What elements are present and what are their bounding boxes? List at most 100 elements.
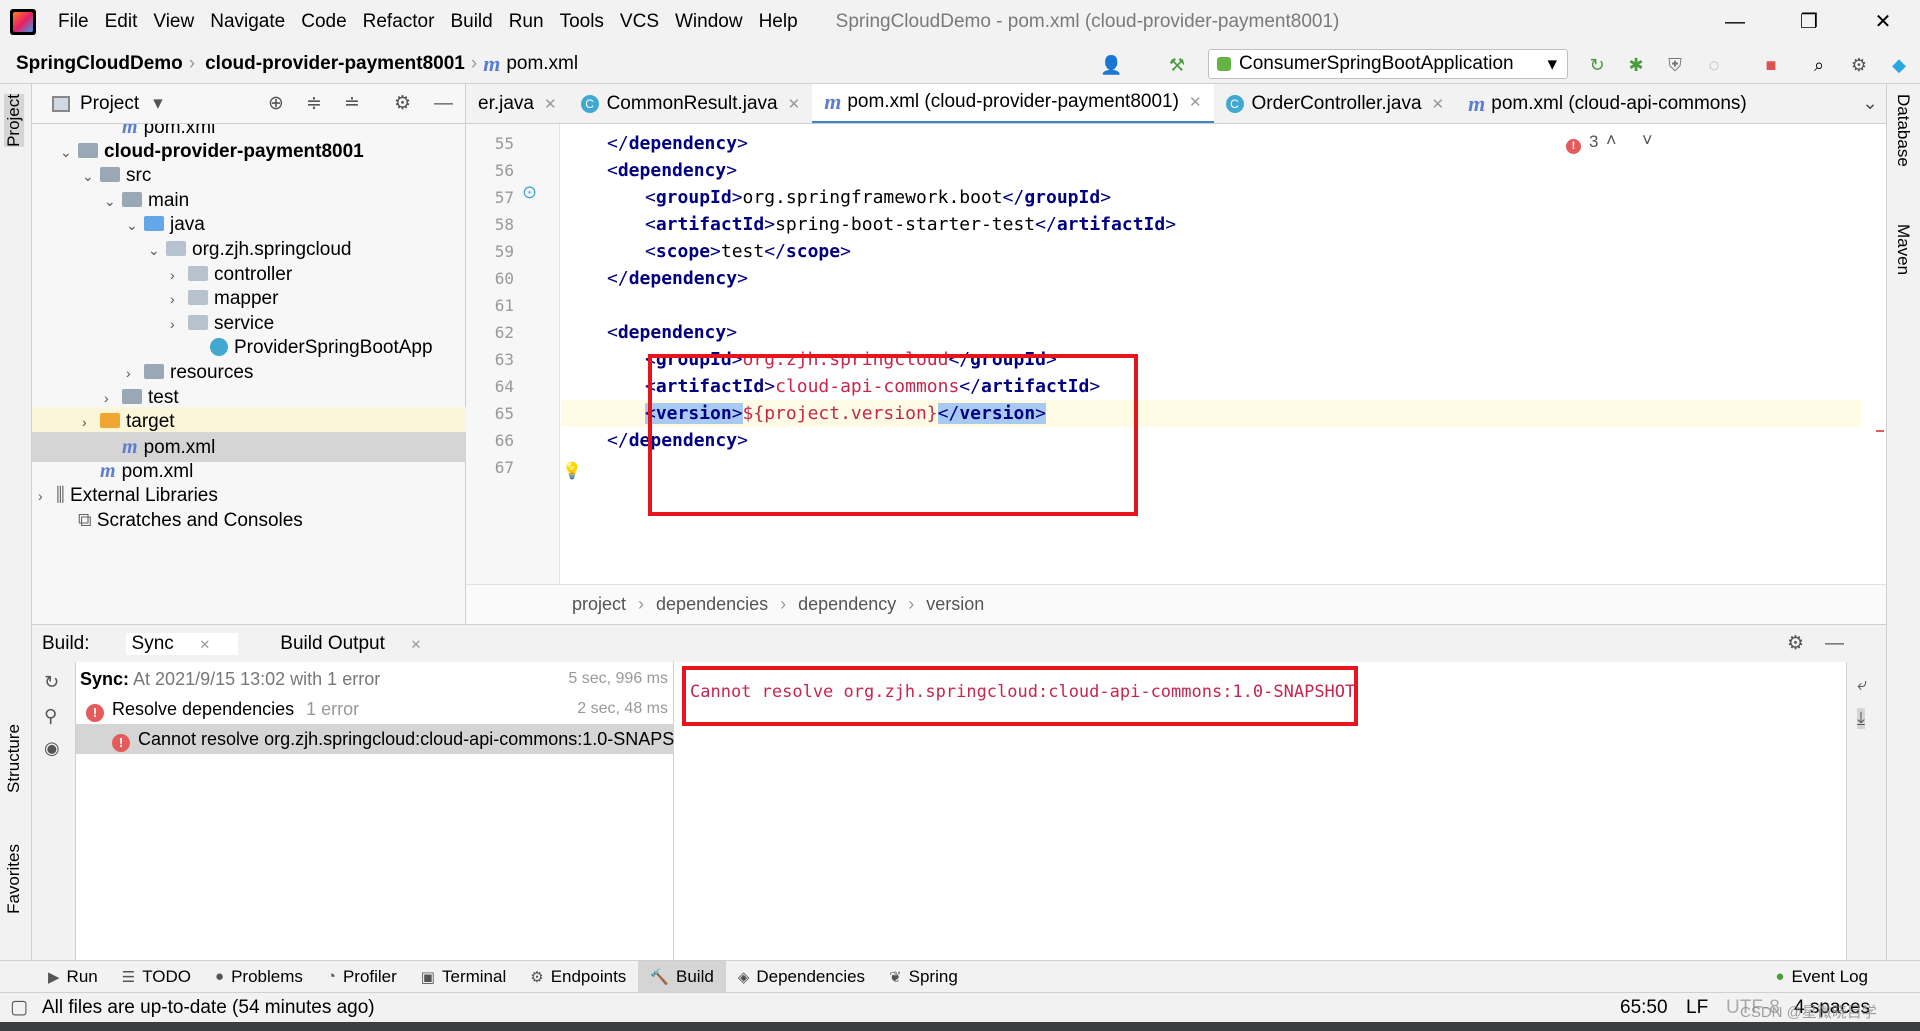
coverage-icon[interactable]: ⛨ <box>1664 54 1686 76</box>
project-tool-tab[interactable]: Project <box>4 94 24 147</box>
build-tab[interactable]: Build Output ✕ <box>274 633 449 655</box>
rerun-icon[interactable]: ↻ <box>1586 54 1608 76</box>
status-toggle-icon[interactable]: ▢ <box>10 996 28 1019</box>
editor-tab[interactable]: er.java ✕ <box>466 84 569 123</box>
tool-profiler-button[interactable]: ◔ Profiler <box>315 961 409 993</box>
menu-build[interactable]: Build <box>442 11 500 33</box>
tab-list-chevron-icon[interactable]: ⌄ <box>1862 92 1878 115</box>
breadcrumb-item[interactable]: version <box>926 594 984 615</box>
menu-help[interactable]: Help <box>751 11 806 33</box>
tool-terminal-button[interactable]: ▣ Terminal <box>409 961 518 993</box>
code-line[interactable]: </dependency> <box>561 265 1861 292</box>
breadcrumb-item[interactable]: project <box>572 594 626 615</box>
code-line[interactable]: <dependency> <box>561 319 1861 346</box>
code-line[interactable]: <dependency> <box>561 157 1861 184</box>
collapse-all-icon[interactable]: ≐ <box>344 92 360 115</box>
status-message[interactable]: All files are up-to-date (54 minutes ago… <box>42 997 375 1019</box>
caret-position[interactable]: 65:50 <box>1620 997 1668 1019</box>
hide-panel-icon[interactable]: — <box>434 93 453 115</box>
error-stripe-mark[interactable] <box>1876 430 1884 432</box>
build-tab[interactable]: Sync ✕ <box>125 632 239 655</box>
build-hammer-icon[interactable]: ⚒ <box>1166 54 1188 76</box>
build-panel-header: Build: Sync ✕ Build Output ✕ ⚙ — <box>32 624 1886 662</box>
menu-refactor[interactable]: Refactor <box>355 11 443 33</box>
run-configuration-select[interactable]: ConsumerSpringBootApplication ▾ <box>1208 49 1568 79</box>
tool-todo-button[interactable]: ☰ TODO <box>110 961 203 993</box>
editor-tab[interactable]: m pom.xml (cloud-api-commons) <box>1456 84 1759 123</box>
structure-tool-tab[interactable]: Structure <box>4 724 24 793</box>
error-indicator[interactable]: ! 3 <box>1566 132 1598 154</box>
menu-navigate[interactable]: Navigate <box>202 11 293 33</box>
editor-tab[interactable]: C CommonResult.java ✕ <box>569 84 813 123</box>
tool-spring-button[interactable]: ❦ Spring <box>877 961 970 993</box>
menu-view[interactable]: View <box>145 11 202 33</box>
pin-icon[interactable]: ⚲ <box>44 706 57 727</box>
close-tab-icon[interactable]: ✕ <box>1189 93 1202 111</box>
build-tree-row[interactable]: Sync: At 2021/9/15 13:02 with 1 error 5 s… <box>76 664 674 694</box>
chevron-down-icon[interactable]: ▾ <box>153 92 163 115</box>
tool-problems-button[interactable]: ● Problems <box>203 961 315 993</box>
project-panel-title[interactable]: Project <box>80 93 139 115</box>
debug-icon[interactable]: ✱ <box>1625 54 1647 76</box>
code-line[interactable]: <artifactId>spring-boot-starter-test</ar… <box>561 211 1861 238</box>
build-output-view[interactable]: Cannot resolve org.zjh.springcloud:cloud… <box>674 662 1846 960</box>
settings-gear-icon[interactable]: ⚙ <box>1848 54 1870 76</box>
database-tool-tab[interactable]: Database <box>1893 94 1913 167</box>
close-tab-icon[interactable]: ✕ <box>196 637 210 652</box>
close-tab-icon[interactable]: ✕ <box>1432 95 1445 113</box>
event-log-button[interactable]: ● Event Log <box>1763 961 1880 993</box>
search-icon[interactable]: ⌕ <box>1808 54 1830 76</box>
menu-edit[interactable]: Edit <box>97 11 146 33</box>
intention-bulb-icon[interactable]: 💡 <box>562 461 582 481</box>
code-line[interactable]: <groupId>org.springframework.boot</group… <box>561 184 1861 211</box>
hide-panel-icon[interactable]: — <box>1825 633 1844 655</box>
user-icon[interactable]: 👤 <box>1100 54 1122 76</box>
close-tab-icon[interactable]: ✕ <box>788 95 801 113</box>
build-tree-row[interactable]: ! Resolve dependencies 1 error 2 sec, 48 ms <box>76 694 674 724</box>
breadcrumb-item[interactable]: dependency <box>798 594 896 615</box>
build-tree-row[interactable]: ! Cannot resolve org.zjh.springcloud:clou… <box>76 724 674 754</box>
editor-tab[interactable]: C OrderController.java ✕ <box>1214 84 1457 123</box>
minimize-icon[interactable]: — <box>1698 0 1772 44</box>
run-gutter-icon[interactable]: ⊙ <box>522 182 537 203</box>
breadcrumb-item[interactable]: dependencies <box>656 594 768 615</box>
menu-run[interactable]: Run <box>501 11 552 33</box>
nav-project[interactable]: SpringCloudDemo <box>0 53 183 75</box>
locate-file-icon[interactable]: ⊕ <box>268 92 284 115</box>
close-icon[interactable]: ✕ <box>1846 0 1920 44</box>
close-tab-icon[interactable]: ✕ <box>407 637 421 652</box>
expand-all-icon[interactable]: ≑ <box>306 92 322 115</box>
resync-icon[interactable]: ↻ <box>44 672 59 693</box>
plugin-icon[interactable]: ◆ <box>1888 54 1910 76</box>
nav-module[interactable]: cloud-provider-payment8001 <box>201 53 465 75</box>
editor-tab[interactable]: m pom.xml (cloud-provider-payment8001) ✕ <box>812 84 1214 123</box>
tree-node[interactable]: ⧉ Scratches and Consoles <box>32 506 466 536</box>
menu-tools[interactable]: Tools <box>552 11 612 33</box>
stop-icon[interactable]: ■ <box>1760 54 1782 76</box>
favorites-tool-tab[interactable]: Favorites <box>4 844 24 914</box>
eye-icon[interactable]: ◉ <box>44 738 60 759</box>
soft-wrap-icon[interactable]: ⤶ <box>1857 674 1867 695</box>
menu-vcs[interactable]: VCS <box>612 11 667 33</box>
next-error-icon[interactable]: ˅ <box>1642 130 1653 151</box>
tool-endpoints-button[interactable]: ⚙ Endpoints <box>518 961 638 993</box>
menu-file[interactable]: File <box>50 11 97 33</box>
nav-file[interactable]: pom.xml <box>506 53 578 75</box>
tool-build-button[interactable]: 🔨 Build <box>638 960 726 993</box>
line-separator[interactable]: LF <box>1686 997 1708 1019</box>
menu-window[interactable]: Window <box>667 11 751 33</box>
restore-icon[interactable]: ❐ <box>1772 0 1846 44</box>
previous-error-icon[interactable]: ˄ <box>1606 130 1617 151</box>
gear-icon[interactable]: ⚙ <box>1787 632 1804 655</box>
menu-code[interactable]: Code <box>293 11 354 33</box>
gear-icon[interactable]: ⚙ <box>394 92 411 115</box>
tool-run-button[interactable]: ▶ Run <box>36 961 110 993</box>
code-line[interactable]: <scope>test</scope> <box>561 238 1861 265</box>
close-tab-icon[interactable]: ✕ <box>544 95 557 113</box>
maven-tool-tab[interactable]: Maven <box>1893 224 1913 275</box>
profile-icon[interactable]: ◌ <box>1703 54 1725 76</box>
scroll-to-end-icon[interactable]: ⤓ <box>1857 708 1865 729</box>
code-line[interactable]: </dependency> <box>561 130 1861 157</box>
code-line[interactable] <box>561 292 1861 319</box>
tool-dependencies-button[interactable]: ◈ Dependencies <box>726 961 877 993</box>
